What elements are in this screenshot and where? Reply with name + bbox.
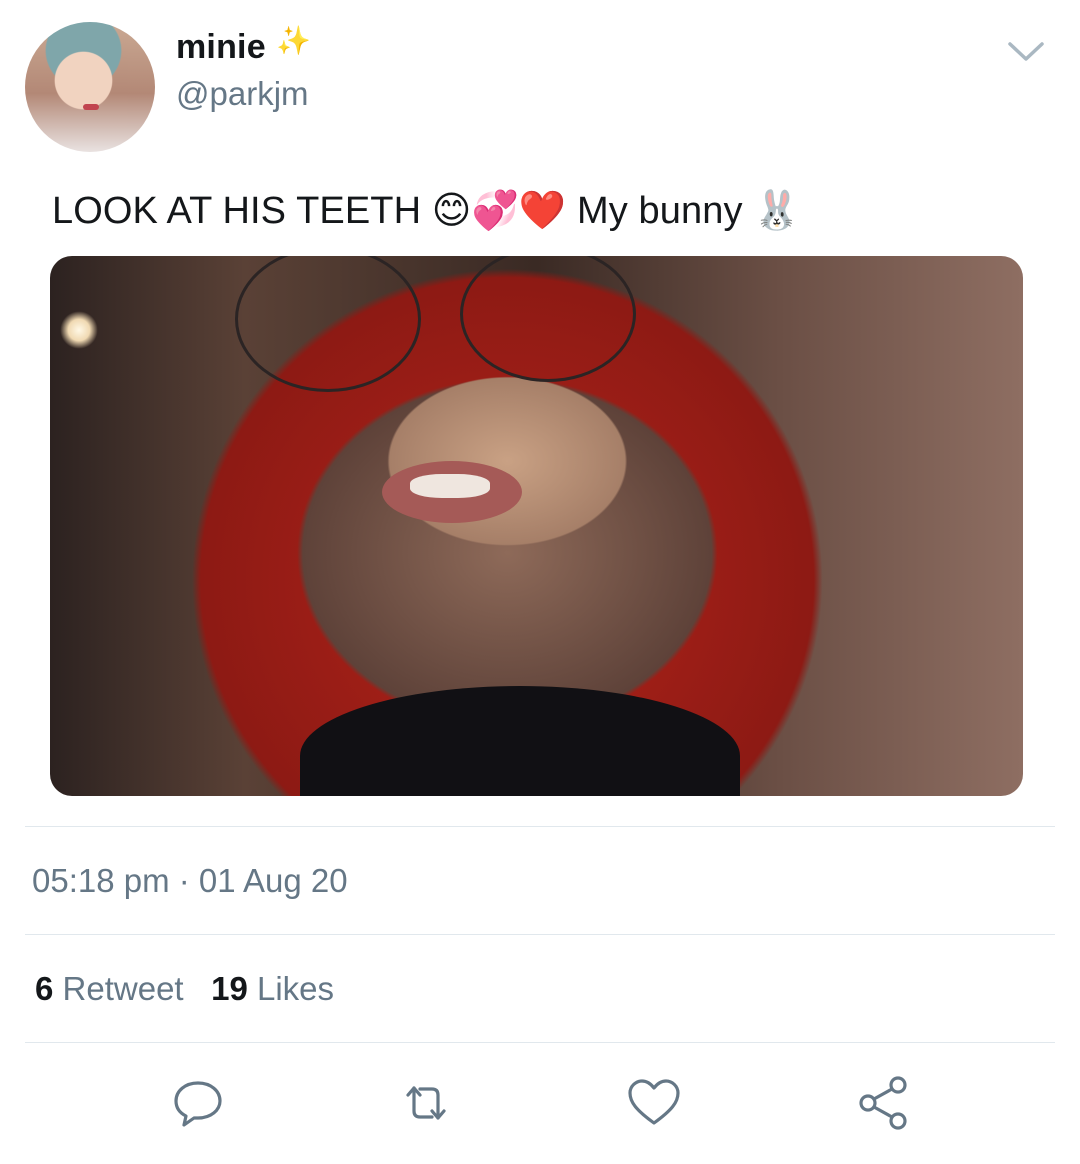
retweet-icon[interactable] [398, 1075, 454, 1131]
likes-label[interactable]: Likes [257, 970, 334, 1007]
teeth [410, 474, 490, 498]
glasses-right-lens [460, 256, 636, 382]
black-shirt [300, 686, 740, 796]
divider [25, 1042, 1055, 1043]
engagement-stats: 6 Retweet 19 Likes [35, 970, 334, 1008]
divider [25, 826, 1055, 827]
tweet-media-image[interactable] [50, 256, 1023, 796]
divider [25, 934, 1055, 935]
like-count[interactable]: 19 [211, 970, 248, 1007]
display-name[interactable]: minie [176, 28, 266, 67]
tweet-timestamp: 05:18 pm · 01 Aug 20 [32, 862, 348, 899]
chevron-down-icon[interactable] [1006, 38, 1046, 64]
tweet-text: LOOK AT HIS TEETH 😊💞❤️ My bunny 🐰 [52, 190, 801, 232]
reply-icon[interactable] [170, 1075, 226, 1131]
action-bar [0, 1075, 1080, 1135]
user-handle[interactable]: @parkjm [176, 75, 309, 113]
avatar-image-detail [83, 104, 99, 110]
glasses-left-lens [235, 256, 421, 392]
share-icon[interactable] [856, 1075, 912, 1131]
like-icon[interactable] [626, 1075, 682, 1131]
background-light [60, 311, 98, 349]
retweet-label[interactable]: Retweet [63, 970, 184, 1007]
profile-avatar[interactable] [25, 22, 155, 152]
sparkles-emoji: ✨ [276, 25, 311, 56]
retweet-count[interactable]: 6 [35, 970, 53, 1007]
